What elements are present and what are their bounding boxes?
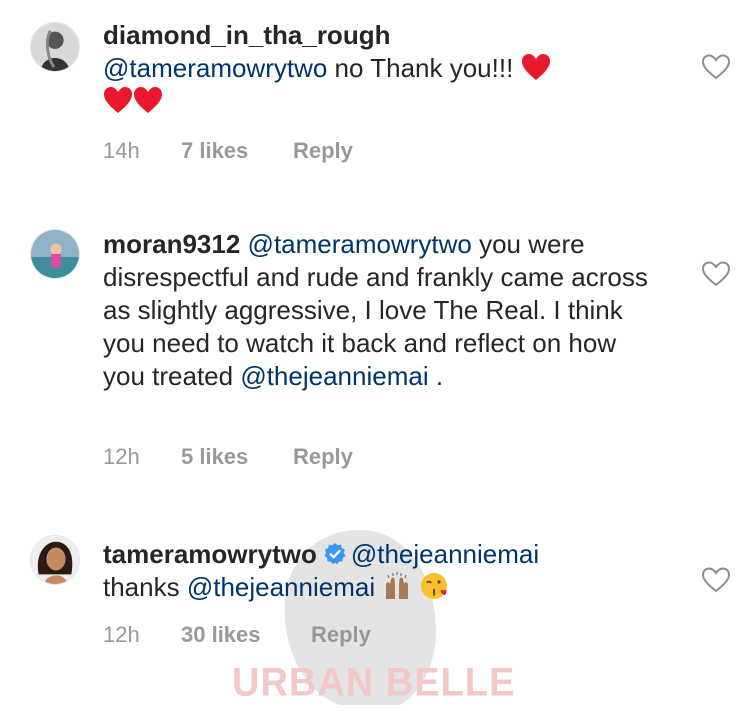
mention-link[interactable]: @thejeanniemai — [187, 572, 375, 602]
watermark-text: URBAN BELLE — [232, 660, 516, 706]
mention-link[interactable]: @thejeanniemai — [351, 539, 539, 569]
like-heart-icon[interactable] — [701, 261, 731, 287]
comment-body: no Thank you!!! — [327, 53, 521, 83]
mention-link[interactable]: @tameramowrytwo — [248, 229, 472, 259]
comment-meta: 12h 5 likes Reply — [103, 444, 353, 470]
reply-button[interactable]: Reply — [293, 138, 353, 164]
comment-body-end: . — [428, 361, 444, 391]
comment-likes[interactable]: 5 likes — [181, 444, 293, 470]
red-heart-emoji-icon — [521, 54, 550, 80]
mention-link[interactable]: @thejeanniemai — [240, 361, 428, 391]
avatar[interactable] — [30, 535, 80, 585]
comment-likes[interactable]: 7 likes — [181, 138, 293, 164]
comment-meta: 14h 7 likes Reply — [103, 138, 353, 164]
comment-time: 12h — [103, 622, 140, 647]
comment-time: 14h — [103, 138, 140, 163]
comment-text: diamond_in_tha_rough @tameramowrytwo no … — [103, 19, 663, 118]
username[interactable]: diamond_in_tha_rough — [103, 20, 390, 50]
comment-time: 12h — [103, 444, 140, 469]
comment-likes[interactable]: 30 likes — [181, 622, 311, 648]
avatar[interactable] — [30, 22, 80, 72]
avatar[interactable] — [30, 229, 80, 279]
mention-link[interactable]: @tameramowrytwo — [103, 53, 327, 83]
reply-button[interactable]: Reply — [293, 444, 353, 470]
raised-hands-emoji-icon — [386, 572, 409, 599]
verified-badge-icon — [324, 543, 346, 565]
comment-body: thanks — [103, 572, 187, 602]
reply-button[interactable]: Reply — [311, 622, 371, 648]
comment-text: tameramowrytwo @thejeanniemai thanks @the… — [103, 538, 663, 604]
like-heart-icon[interactable] — [701, 54, 731, 80]
comment-text: moran9312 @tameramowrytwo you were disre… — [103, 228, 663, 393]
like-heart-icon[interactable] — [701, 567, 731, 593]
red-heart-emoji-icon — [134, 87, 162, 113]
username[interactable]: moran9312 — [103, 229, 240, 259]
comment-meta: 12h 30 likes Reply — [103, 622, 371, 648]
kissing-face-emoji-icon — [420, 573, 447, 599]
red-heart-emoji-icon — [104, 87, 132, 113]
username[interactable]: tameramowrytwo — [103, 539, 317, 569]
